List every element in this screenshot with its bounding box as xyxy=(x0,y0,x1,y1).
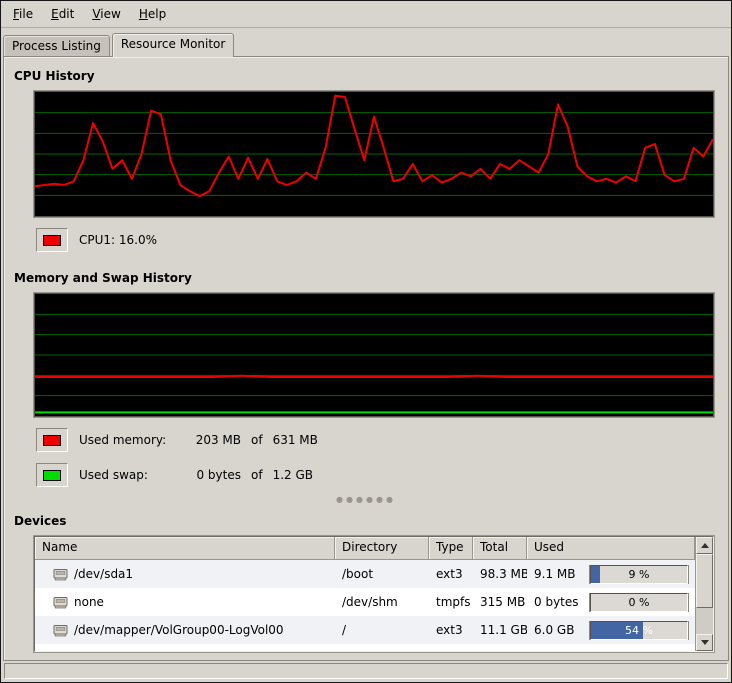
used-memory-label: Used memory: xyxy=(79,433,183,447)
column-header-total[interactable]: Total xyxy=(473,537,527,560)
used-swap-of: of xyxy=(251,468,263,482)
device-total: 315 MB xyxy=(473,595,527,609)
device-type: tmpfs xyxy=(429,595,473,609)
used-swap-label: Used swap: xyxy=(79,468,183,482)
scroll-up-button[interactable] xyxy=(696,537,713,554)
used-memory-color-swatch xyxy=(36,428,68,452)
status-message-area xyxy=(4,663,728,679)
column-header-directory[interactable]: Directory xyxy=(335,537,429,560)
cpu1-legend-label: CPU1: 16.0% xyxy=(79,233,157,247)
usage-percent-label: 9 % xyxy=(591,566,687,583)
cpu-history-graph xyxy=(34,91,714,217)
devices-table-header: Name Directory Type Total Used xyxy=(35,537,695,560)
memory-history-title: Memory and Swap History xyxy=(14,271,720,285)
device-used: 0 bytes xyxy=(534,595,590,609)
device-name: /dev/sda1 xyxy=(74,567,133,581)
device-total: 11.1 GB xyxy=(473,623,527,637)
device-directory: /dev/shm xyxy=(335,595,429,609)
device-used: 9.1 MB xyxy=(534,567,590,581)
devices-title: Devices xyxy=(14,514,720,528)
pane-resize-handle[interactable]: ●●●●●● xyxy=(12,496,720,508)
used-swap-color-swatch xyxy=(36,463,68,487)
usage-percent-label: 54 % xyxy=(591,622,687,639)
device-total: 98.3 MB xyxy=(473,567,527,581)
usage-progress-bar: 54 % xyxy=(590,621,688,640)
used-swap-swatch-color xyxy=(43,470,61,481)
arrow-up-icon xyxy=(701,543,709,548)
cpu1-swatch-color xyxy=(43,235,61,246)
tab-process-listing[interactable]: Process Listing xyxy=(3,35,110,56)
usage-progress-bar: 0 % xyxy=(590,593,688,612)
status-bar xyxy=(1,661,731,682)
swap-legend-row: Used swap: 0 bytes of 1.2 GB xyxy=(36,462,720,488)
device-row[interactable]: /dev/mapper/VolGroup00-LogVol00 / ext3 1… xyxy=(35,616,695,644)
menu-edit[interactable]: Edit xyxy=(42,3,83,25)
column-header-type[interactable]: Type xyxy=(429,537,473,560)
memory-swap-graph xyxy=(34,293,714,417)
memory-total-value: 631 MB xyxy=(273,433,318,447)
cpu-legend-row: CPU1: 16.0% xyxy=(36,227,720,253)
used-memory-of: of xyxy=(251,433,263,447)
memory-legend-row: Used memory: 203 MB of 631 MB xyxy=(36,427,720,453)
device-type: ext3 xyxy=(429,567,473,581)
menu-view[interactable]: View xyxy=(83,3,129,25)
scrollbar-track[interactable] xyxy=(696,554,713,634)
devices-table: Name Directory Type Total Used /dev/sda1… xyxy=(34,536,714,652)
used-memory-value: 203 MB xyxy=(183,433,241,447)
scroll-down-button[interactable] xyxy=(696,634,713,651)
usage-progress-bar: 9 % xyxy=(590,565,688,584)
menu-file[interactable]: File xyxy=(4,3,42,25)
device-name: none xyxy=(74,595,104,609)
tab-resource-monitor[interactable]: Resource Monitor xyxy=(112,33,234,57)
drive-icon xyxy=(53,568,68,581)
column-header-used[interactable]: Used xyxy=(527,537,695,560)
device-used: 6.0 GB xyxy=(534,623,590,637)
usage-percent-label: 0 % xyxy=(591,594,687,611)
device-name: /dev/mapper/VolGroup00-LogVol00 xyxy=(74,623,284,637)
used-swap-value: 0 bytes xyxy=(183,468,241,482)
column-header-name[interactable]: Name xyxy=(35,537,335,560)
device-directory: / xyxy=(335,623,429,637)
system-monitor-window: File Edit View Help Process Listing Reso… xyxy=(0,0,732,683)
resource-monitor-page: CPU History CPU1: 16.0% Memory and Swap … xyxy=(3,56,729,661)
used-memory-swatch-color xyxy=(43,435,61,446)
cpu-history-chart xyxy=(35,92,713,216)
swap-total-value: 1.2 GB xyxy=(273,468,313,482)
devices-body: /dev/sda1 /boot ext3 98.3 MB 9.1 MB 9 % … xyxy=(35,560,695,651)
device-row[interactable]: none /dev/shm tmpfs 315 MB 0 bytes 0 % xyxy=(35,588,695,616)
drive-icon xyxy=(53,596,68,609)
device-directory: /boot xyxy=(335,567,429,581)
scrollbar-thumb[interactable] xyxy=(696,554,713,608)
vertical-scrollbar[interactable] xyxy=(695,537,713,651)
device-type: ext3 xyxy=(429,623,473,637)
menu-bar: File Edit View Help xyxy=(1,1,731,28)
devices-table-main: Name Directory Type Total Used /dev/sda1… xyxy=(35,537,695,651)
cpu1-color-swatch xyxy=(36,228,68,252)
drive-icon xyxy=(53,624,68,637)
arrow-down-icon xyxy=(701,640,709,645)
cpu-history-title: CPU History xyxy=(14,69,720,83)
tab-bar: Process Listing Resource Monitor xyxy=(1,28,731,56)
device-row[interactable]: /dev/sda1 /boot ext3 98.3 MB 9.1 MB 9 % xyxy=(35,560,695,588)
memory-swap-chart xyxy=(35,294,713,416)
menu-help[interactable]: Help xyxy=(130,3,175,25)
